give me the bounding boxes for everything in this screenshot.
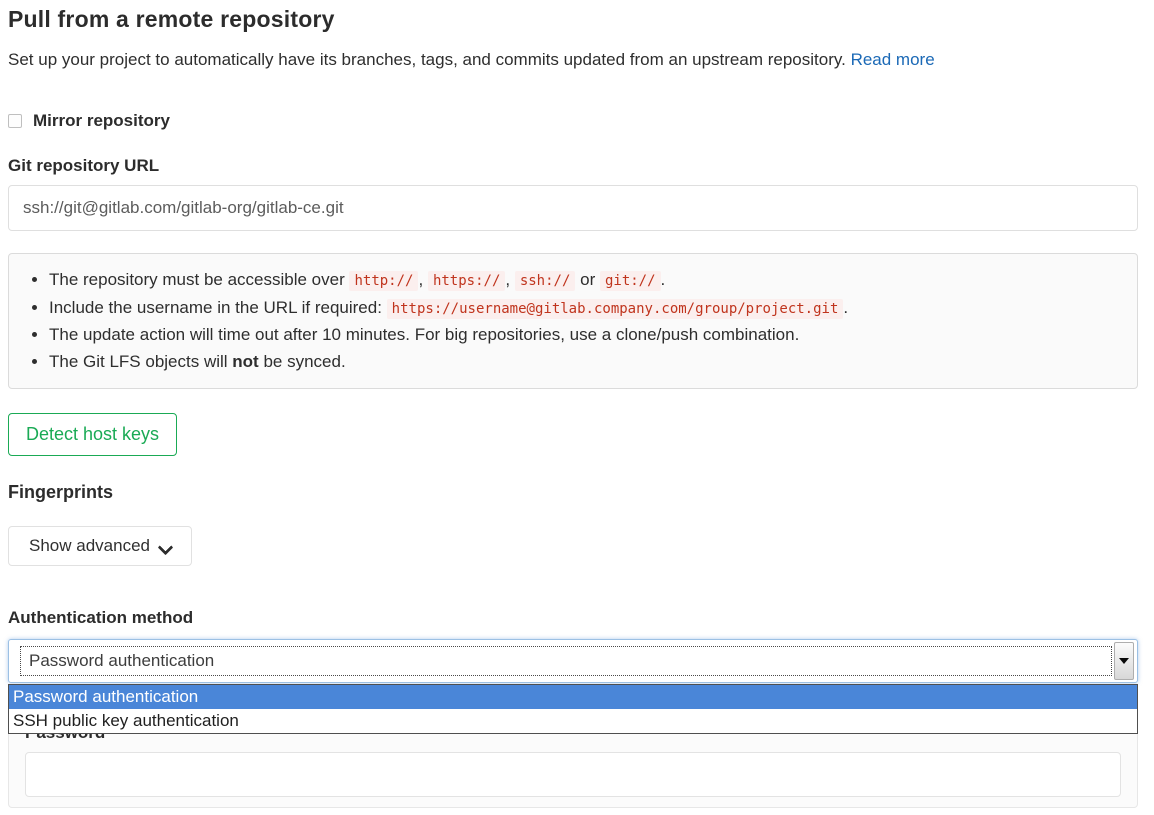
- authentication-method-select[interactable]: Password authentication: [8, 639, 1138, 683]
- settings-section-pull-remote: Pull from a remote repository Set up you…: [8, 0, 1138, 808]
- mirror-repository-checkbox[interactable]: [8, 114, 22, 128]
- dropdown-option-ssh-public-key-authentication[interactable]: SSH public key authentication: [9, 709, 1137, 733]
- note-text: The Git LFS objects will: [49, 352, 232, 371]
- authentication-method-select-wrap: Password authentication Password authent…: [8, 639, 1138, 683]
- password-input[interactable]: [25, 752, 1121, 797]
- code-snippet: http://: [349, 271, 418, 291]
- detect-host-keys-button[interactable]: Detect host keys: [8, 413, 177, 456]
- note-text: The update action will time out after 10…: [49, 325, 799, 344]
- select-dropdown-arrow-button[interactable]: [1114, 642, 1134, 680]
- emphasized-text: not: [232, 352, 258, 371]
- note-text: .: [661, 270, 666, 289]
- note-text: The repository must be accessible over: [49, 270, 349, 289]
- show-advanced-label: Show advanced: [29, 536, 150, 556]
- code-snippet: ssh://: [515, 271, 576, 291]
- dropdown-option-password-authentication[interactable]: Password authentication: [9, 685, 1137, 709]
- chevron-down-icon: [159, 540, 171, 552]
- mirror-repository-label[interactable]: Mirror repository: [33, 111, 170, 131]
- note-text: ,: [505, 270, 514, 289]
- note-text: Include the username in the URL if requi…: [49, 298, 387, 317]
- note-item: Include the username in the URL if requi…: [49, 295, 1119, 323]
- note-text: or: [575, 270, 600, 289]
- dropdown-arrow-icon: [1119, 658, 1129, 664]
- show-advanced-button[interactable]: Show advanced: [8, 526, 192, 566]
- selected-option-text: Password authentication: [20, 646, 1112, 676]
- code-snippet: https://username@gitlab.company.com/grou…: [387, 299, 844, 319]
- note-item: The Git LFS objects will not be synced.: [49, 349, 1119, 376]
- note-text: ,: [418, 270, 427, 289]
- note-item: The repository must be accessible over h…: [49, 267, 1119, 295]
- code-snippet: git://: [600, 271, 661, 291]
- note-item: The update action will time out after 10…: [49, 322, 1119, 349]
- page-title: Pull from a remote repository: [8, 6, 1138, 33]
- description-text: Set up your project to automatically hav…: [8, 50, 846, 69]
- url-requirements-well: The repository must be accessible over h…: [8, 253, 1138, 389]
- note-text: .: [843, 298, 848, 317]
- mirror-repository-row: Mirror repository: [8, 111, 1138, 131]
- url-requirements-list: The repository must be accessible over h…: [27, 267, 1119, 375]
- authentication-method-dropdown: Password authentication SSH public key a…: [8, 684, 1138, 734]
- read-more-link[interactable]: Read more: [851, 50, 935, 69]
- section-description: Set up your project to automatically hav…: [8, 50, 1138, 70]
- authentication-method-label: Authentication method: [8, 608, 1138, 628]
- git-repo-url-input[interactable]: [8, 185, 1138, 231]
- note-text: be synced.: [259, 352, 346, 371]
- fingerprints-heading: Fingerprints: [8, 482, 1138, 503]
- git-repo-url-label: Git repository URL: [8, 156, 1138, 176]
- code-snippet: https://: [428, 271, 505, 291]
